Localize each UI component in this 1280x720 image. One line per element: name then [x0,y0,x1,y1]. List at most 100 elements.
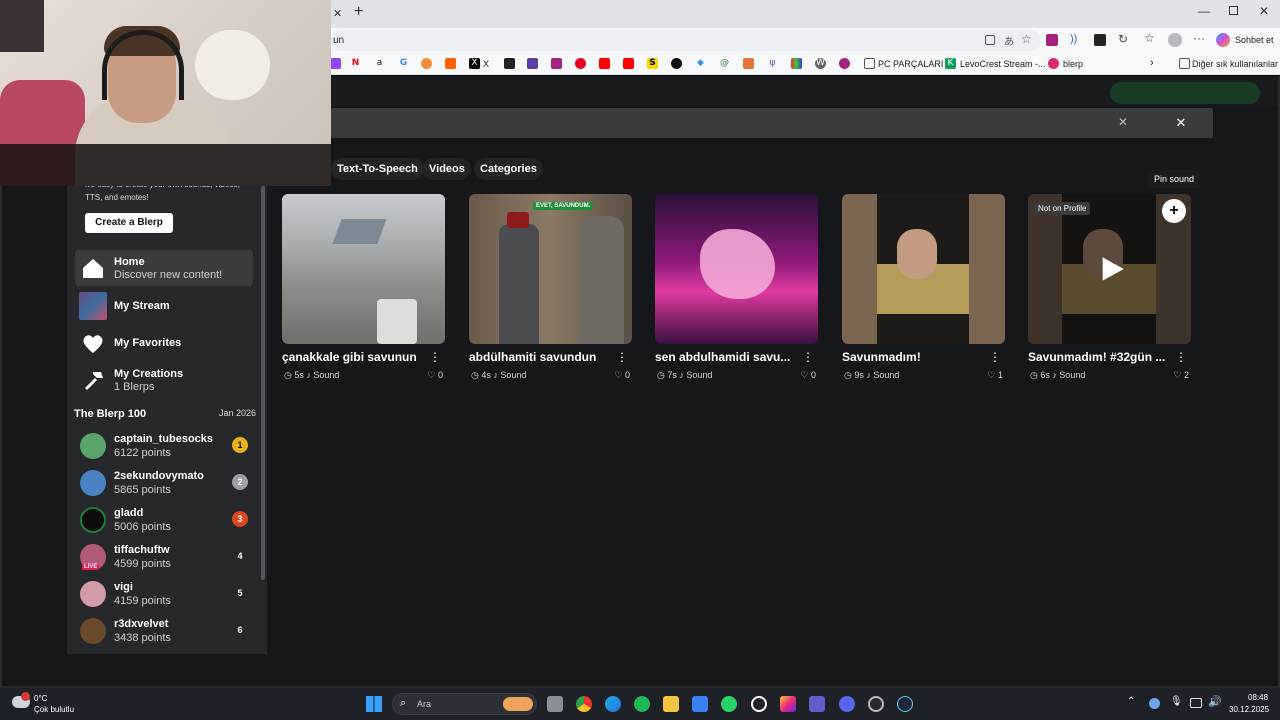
bookmark-link-icon[interactable]: @ [719,58,730,69]
filter-categories[interactable]: Categories [474,158,543,180]
search-input[interactable]: ✕ [331,108,1213,138]
filter-videos[interactable]: Videos [423,158,471,180]
weather-desc[interactable]: Çok bulutlu [34,705,74,714]
display-icon[interactable] [1190,698,1202,708]
bookmark-pinterest-icon[interactable] [575,58,586,69]
edge-icon[interactable] [605,696,621,712]
bookmark-nav-icon[interactable]: ψ [767,58,778,69]
card-likes[interactable]: ♡ 0 [800,370,816,381]
sidebar-scrollbar[interactable] [261,186,265,580]
extension-1-icon[interactable] [1046,34,1058,46]
card-title[interactable]: çanakkale gibi savunun [282,350,422,364]
profile-avatar[interactable] [1168,33,1182,47]
bookmark-x-label[interactable]: X [483,59,489,69]
bookmark-orange-icon[interactable] [421,58,432,69]
bookmark-check-icon[interactable] [671,58,682,69]
teams-icon[interactable] [809,696,825,712]
bookmark-slash-icon[interactable] [504,58,515,69]
pin-sound-button[interactable]: + [1162,199,1186,223]
card-title[interactable]: abdülhamiti savundun [469,350,609,364]
leaderboard-row[interactable]: captain_tubesocks 6122 points 1 [80,431,255,465]
close-tab-icon[interactable]: ✕ [333,7,342,20]
clear-search-icon[interactable]: ✕ [1118,115,1128,129]
more-menu-icon[interactable]: ··· [1193,31,1205,45]
bookmark-s-icon[interactable]: S [647,58,658,69]
close-modal-button[interactable]: ✕ [1169,111,1193,135]
bookmark-hb-icon[interactable] [445,58,456,69]
leaderboard-row[interactable]: gladd 5006 points 3 [80,505,255,539]
other-bookmarks-folder-icon[interactable] [1179,58,1190,69]
taskbar-search[interactable]: ⌕ Ara [392,693,537,715]
leaderboard-row[interactable]: LIVE tiffachuftw 4599 points 4 [80,542,255,576]
card-more-icon[interactable]: ⋮ [989,350,1001,364]
bookmark-drop-icon[interactable]: ◆ [695,58,706,69]
sound-card[interactable]: Savunmadım! ⋮ ◷ 9s ♪ Sound ♡ 1 [842,194,1005,388]
sound-card[interactable]: sen abdulhamidi savu... ⋮ ◷ 7s ♪ Sound ♡… [655,194,818,388]
sidebar-item-home[interactable]: Home Discover new content! [75,250,253,286]
bookmark-folder-icon[interactable] [864,58,875,69]
bookmark-youtube2-icon[interactable] [623,58,634,69]
card-more-icon[interactable]: ⋮ [1175,350,1187,364]
store-icon[interactable] [692,696,708,712]
other-bookmarks-label[interactable]: Diğer sık kullanılanlar [1192,59,1278,69]
sidebar-item-my-creations[interactable]: My Creations 1 Blerps [75,362,253,398]
task-view-icon[interactable] [547,696,563,712]
bookmark-play-icon[interactable] [839,58,850,69]
obs-icon[interactable] [868,696,884,712]
sound-card[interactable]: Not on Profile Savunmadım! #32gün ... ⋮ … [1028,194,1191,388]
spotify-icon[interactable] [634,696,650,712]
sound-card[interactable]: EVET, SAVUNDUM. abdülhamiti savundun ⋮ ◷… [469,194,632,388]
bookmark-levocrest-label[interactable]: LevoCrest Stream -... [960,59,1046,69]
refresh-ext-icon[interactable]: ↻ [1118,32,1128,46]
card-more-icon[interactable]: ⋮ [802,350,814,364]
address-bar[interactable]: un あ ☆ [331,30,1041,51]
bookmark-twitch-icon[interactable] [330,58,341,69]
bookmark-amazon-icon[interactable]: a [374,58,385,69]
discord-icon[interactable] [839,696,855,712]
bookmark-mail-icon[interactable] [527,58,538,69]
new-tab-icon[interactable]: + [354,3,363,21]
install-app-icon[interactable] [985,35,995,45]
read-aloud-icon[interactable]: )) [1070,33,1077,45]
bookmark-grid-icon[interactable] [551,58,562,69]
card-title[interactable]: Savunmadım! [842,350,982,364]
card-thumbnail[interactable] [655,194,818,344]
tray-app-icon[interactable] [1149,698,1160,709]
play-icon[interactable] [1098,254,1126,284]
card-likes[interactable]: ♡ 2 [1173,370,1189,381]
card-title[interactable]: Savunmadım! #32gün ... [1028,350,1168,364]
chatgpt-icon[interactable] [751,696,767,712]
card-thumbnail[interactable] [842,194,1005,344]
translate-icon[interactable]: あ [1004,33,1014,48]
card-more-icon[interactable]: ⋮ [616,350,628,364]
minimize-icon[interactable]: — [1198,4,1210,18]
bookmark-blerp-label[interactable]: blerp [1063,59,1083,69]
bookmark-levocrest-icon[interactable]: K [945,58,956,69]
restore-icon[interactable] [1229,6,1238,15]
bookmark-pc-label[interactable]: PC PARÇALARI [878,59,943,69]
weather-temp[interactable]: 0°C [34,694,47,703]
instagram-icon[interactable] [780,696,796,712]
volume-icon[interactable]: 🔊 [1208,695,1222,708]
bookmark-google-icon[interactable]: G [398,58,409,69]
windows-start-icon[interactable] [366,696,382,712]
leaderboard-row[interactable]: r3dxvelvet 3438 points 6 [80,616,255,650]
chrome-icon[interactable] [576,696,592,712]
bookmark-wordpress-icon[interactable]: W [815,58,826,69]
sound-card[interactable]: çanakkale gibi savunun ⋮ ◷ 5s ♪ Sound ♡ … [282,194,445,388]
microphone-icon[interactable]: 🎙 [1170,696,1183,707]
favorite-star-icon[interactable]: ☆ [1021,32,1032,46]
card-likes[interactable]: ♡ 1 [987,370,1003,381]
card-title[interactable]: sen abdulhamidi savu... [655,350,795,364]
bookmarks-overflow-icon[interactable]: › [1150,57,1154,69]
bookmark-netflix-icon[interactable]: N [350,58,361,69]
leaderboard-row[interactable]: vigi 4159 points 5 [80,579,255,613]
create-blerp-button[interactable]: Create a Blerp [85,213,173,233]
bookmark-blerp-icon[interactable] [1048,58,1059,69]
bookmark-tiles-icon[interactable] [791,58,802,69]
tray-overflow-icon[interactable]: ⌃ [1127,696,1135,707]
bookmark-youtube-icon[interactable] [599,58,610,69]
card-thumbnail[interactable]: EVET, SAVUNDUM. [469,194,632,344]
extension-2-icon[interactable] [1094,34,1106,46]
bookmark-fox-icon[interactable] [743,58,754,69]
